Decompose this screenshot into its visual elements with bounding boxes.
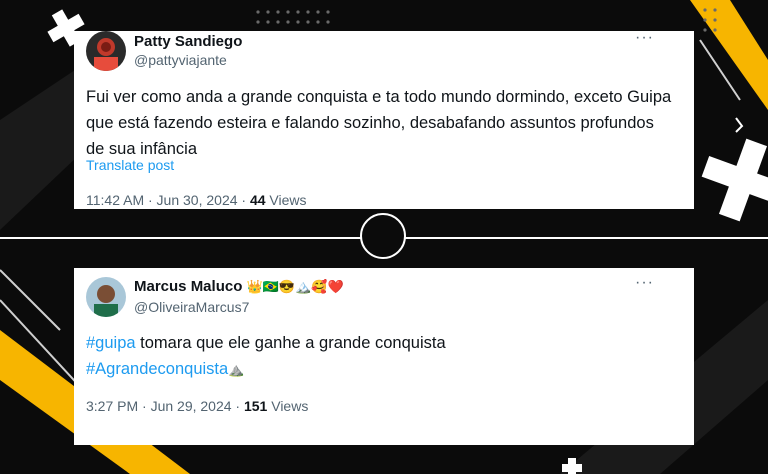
more-options-icon[interactable]: ··· — [635, 275, 654, 291]
name-emojis: 👑🇧🇷😎🏔️🥰❤️ — [246, 279, 344, 294]
tweet-card[interactable]: Marcus Maluco 👑🇧🇷😎🏔️🥰❤️ @OliveiraMarcus7… — [74, 268, 694, 445]
user-handle[interactable]: @pattyviajante — [134, 52, 227, 68]
display-name-text[interactable]: Marcus Maluco — [134, 278, 242, 295]
timestamp[interactable]: 11:42 AM · Jun 30, 2024 · — [86, 192, 250, 208]
views-count: 151 — [243, 398, 268, 414]
hashtag-link[interactable]: #guipa — [86, 334, 136, 352]
tweet-text: #guipa tomara que ele ganhe a grande con… — [86, 330, 676, 383]
user-handle[interactable]: @OliveiraMarcus7 — [134, 299, 249, 315]
timestamp[interactable]: 3:27 PM · Jun 29, 2024 · — [86, 398, 244, 414]
mountain-icon: ⛰️ — [228, 362, 245, 377]
avatar[interactable] — [86, 277, 126, 317]
hashtag-link[interactable]: #Agrandeconquista — [86, 360, 228, 378]
tweet-meta: 3:27 PM · Jun 29, 2024 · 151 Views — [86, 398, 308, 414]
views-label: Views — [265, 192, 307, 208]
tweet-card[interactable]: Patty Sandiego @pattyviajante ··· Fui ve… — [74, 30, 694, 209]
tweet-text: Fui ver como anda a grande conquista e t… — [86, 88, 672, 158]
display-name[interactable]: Patty Sandiego — [134, 33, 242, 50]
tweet-meta: 11:42 AM · Jun 30, 2024 · 44 Views — [86, 192, 307, 208]
more-options-icon[interactable]: ··· — [635, 30, 654, 46]
translate-link[interactable]: Translate post — [86, 157, 174, 173]
divider-circle — [360, 213, 406, 259]
views-count: 44 — [249, 192, 266, 208]
views-label: Views — [267, 398, 309, 414]
tweet-text-body: tomara que ele ganhe a grande conquista — [135, 334, 446, 352]
avatar[interactable] — [86, 31, 126, 71]
display-name[interactable]: Marcus Maluco 👑🇧🇷😎🏔️🥰❤️ — [134, 278, 344, 295]
